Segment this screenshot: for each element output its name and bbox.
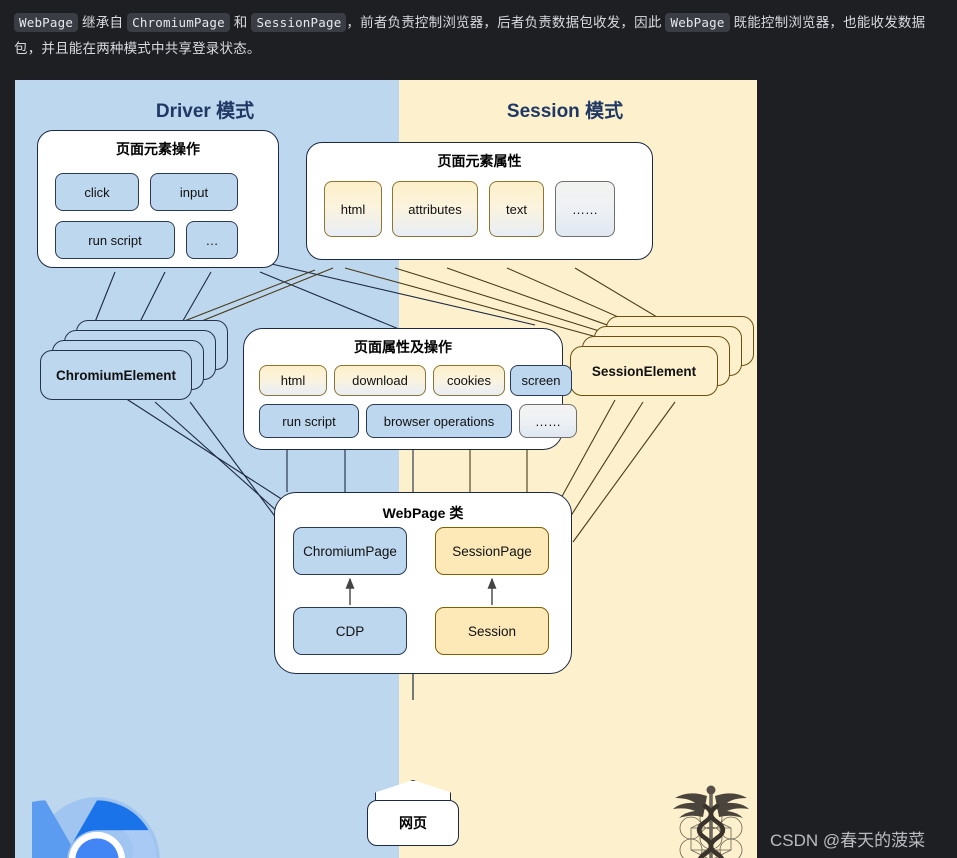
chip-html-element[interactable]: html (324, 181, 382, 237)
page-properties-title: 页面属性及操作 (354, 339, 452, 355)
webpage-class-title: WebPage 类 (382, 505, 464, 521)
chip-run-script[interactable]: run script (55, 221, 175, 259)
chip-cookies[interactable]: cookies (433, 365, 505, 396)
webpage-class-box: WebPage 类 ChromiumPage SessionPage CDP S… (274, 492, 572, 674)
intro-text-5: ，前者负责控制浏览器，后者负责数据包收发，因此 (346, 15, 666, 30)
chromium-element-card[interactable]: ChromiumElement (40, 350, 192, 400)
intro-text-3: 和 (229, 15, 252, 30)
intro-text-1: 继承自 (78, 15, 128, 30)
driver-mode-title: Driver 模式 (155, 101, 255, 122)
class-session[interactable]: Session (435, 607, 549, 655)
intro-code-0: WebPage (14, 13, 79, 32)
session-element-stack: SessionElement (570, 316, 757, 406)
chip-browser-operations[interactable]: browser operations (366, 404, 512, 438)
chip-screen[interactable]: screen (510, 365, 572, 396)
csdn-watermark: CSDN @春天的菠菜 (770, 831, 926, 850)
intro-code-2: ChromiumPage (127, 13, 230, 32)
chip-click[interactable]: click (55, 173, 139, 211)
chromium-element-stack: ChromiumElement (40, 320, 240, 410)
chip-more-page-props[interactable]: …… (519, 404, 577, 438)
element-properties-panel: 页面元素属性 html attributes text …… (306, 142, 653, 260)
chip-html-page[interactable]: html (259, 365, 327, 396)
chip-input[interactable]: input (150, 173, 238, 211)
session-mode-title: Session 模式 (506, 101, 624, 122)
web-page-node-label: 网页 (367, 800, 459, 846)
chip-text[interactable]: text (489, 181, 544, 237)
chip-run-script-page[interactable]: run script (259, 404, 359, 438)
intro-code-6: WebPage (665, 13, 730, 32)
intro-code-4: SessionPage (251, 13, 347, 32)
chip-more-element-props[interactable]: …… (555, 181, 615, 237)
web-page-node[interactable]: 网页 (367, 780, 459, 846)
chip-attributes[interactable]: attributes (392, 181, 478, 237)
class-session-page[interactable]: SessionPage (435, 527, 549, 575)
chip-more-ops[interactable]: … (186, 221, 238, 259)
chromium-logo (15, 795, 162, 858)
element-operations-panel: 页面元素操作 click input run script … (37, 130, 279, 268)
intro-paragraph: WebPage 继承自 ChromiumPage 和 SessionPage ，前… (0, 0, 957, 70)
chip-download[interactable]: download (334, 365, 426, 396)
class-chromium-page[interactable]: ChromiumPage (293, 527, 407, 575)
architecture-diagram: Driver 模式 Session 模式 页面元素操作 click input … (15, 80, 757, 858)
page-properties-panel: 页面属性及操作 html download cookies screen run… (243, 328, 577, 450)
element-properties-title: 页面元素属性 (437, 153, 522, 169)
requests-logo: Requests http for humans (647, 780, 757, 858)
element-operations-title: 页面元素操作 (116, 141, 200, 157)
class-cdp[interactable]: CDP (293, 607, 407, 655)
session-element-card[interactable]: SessionElement (570, 346, 718, 396)
